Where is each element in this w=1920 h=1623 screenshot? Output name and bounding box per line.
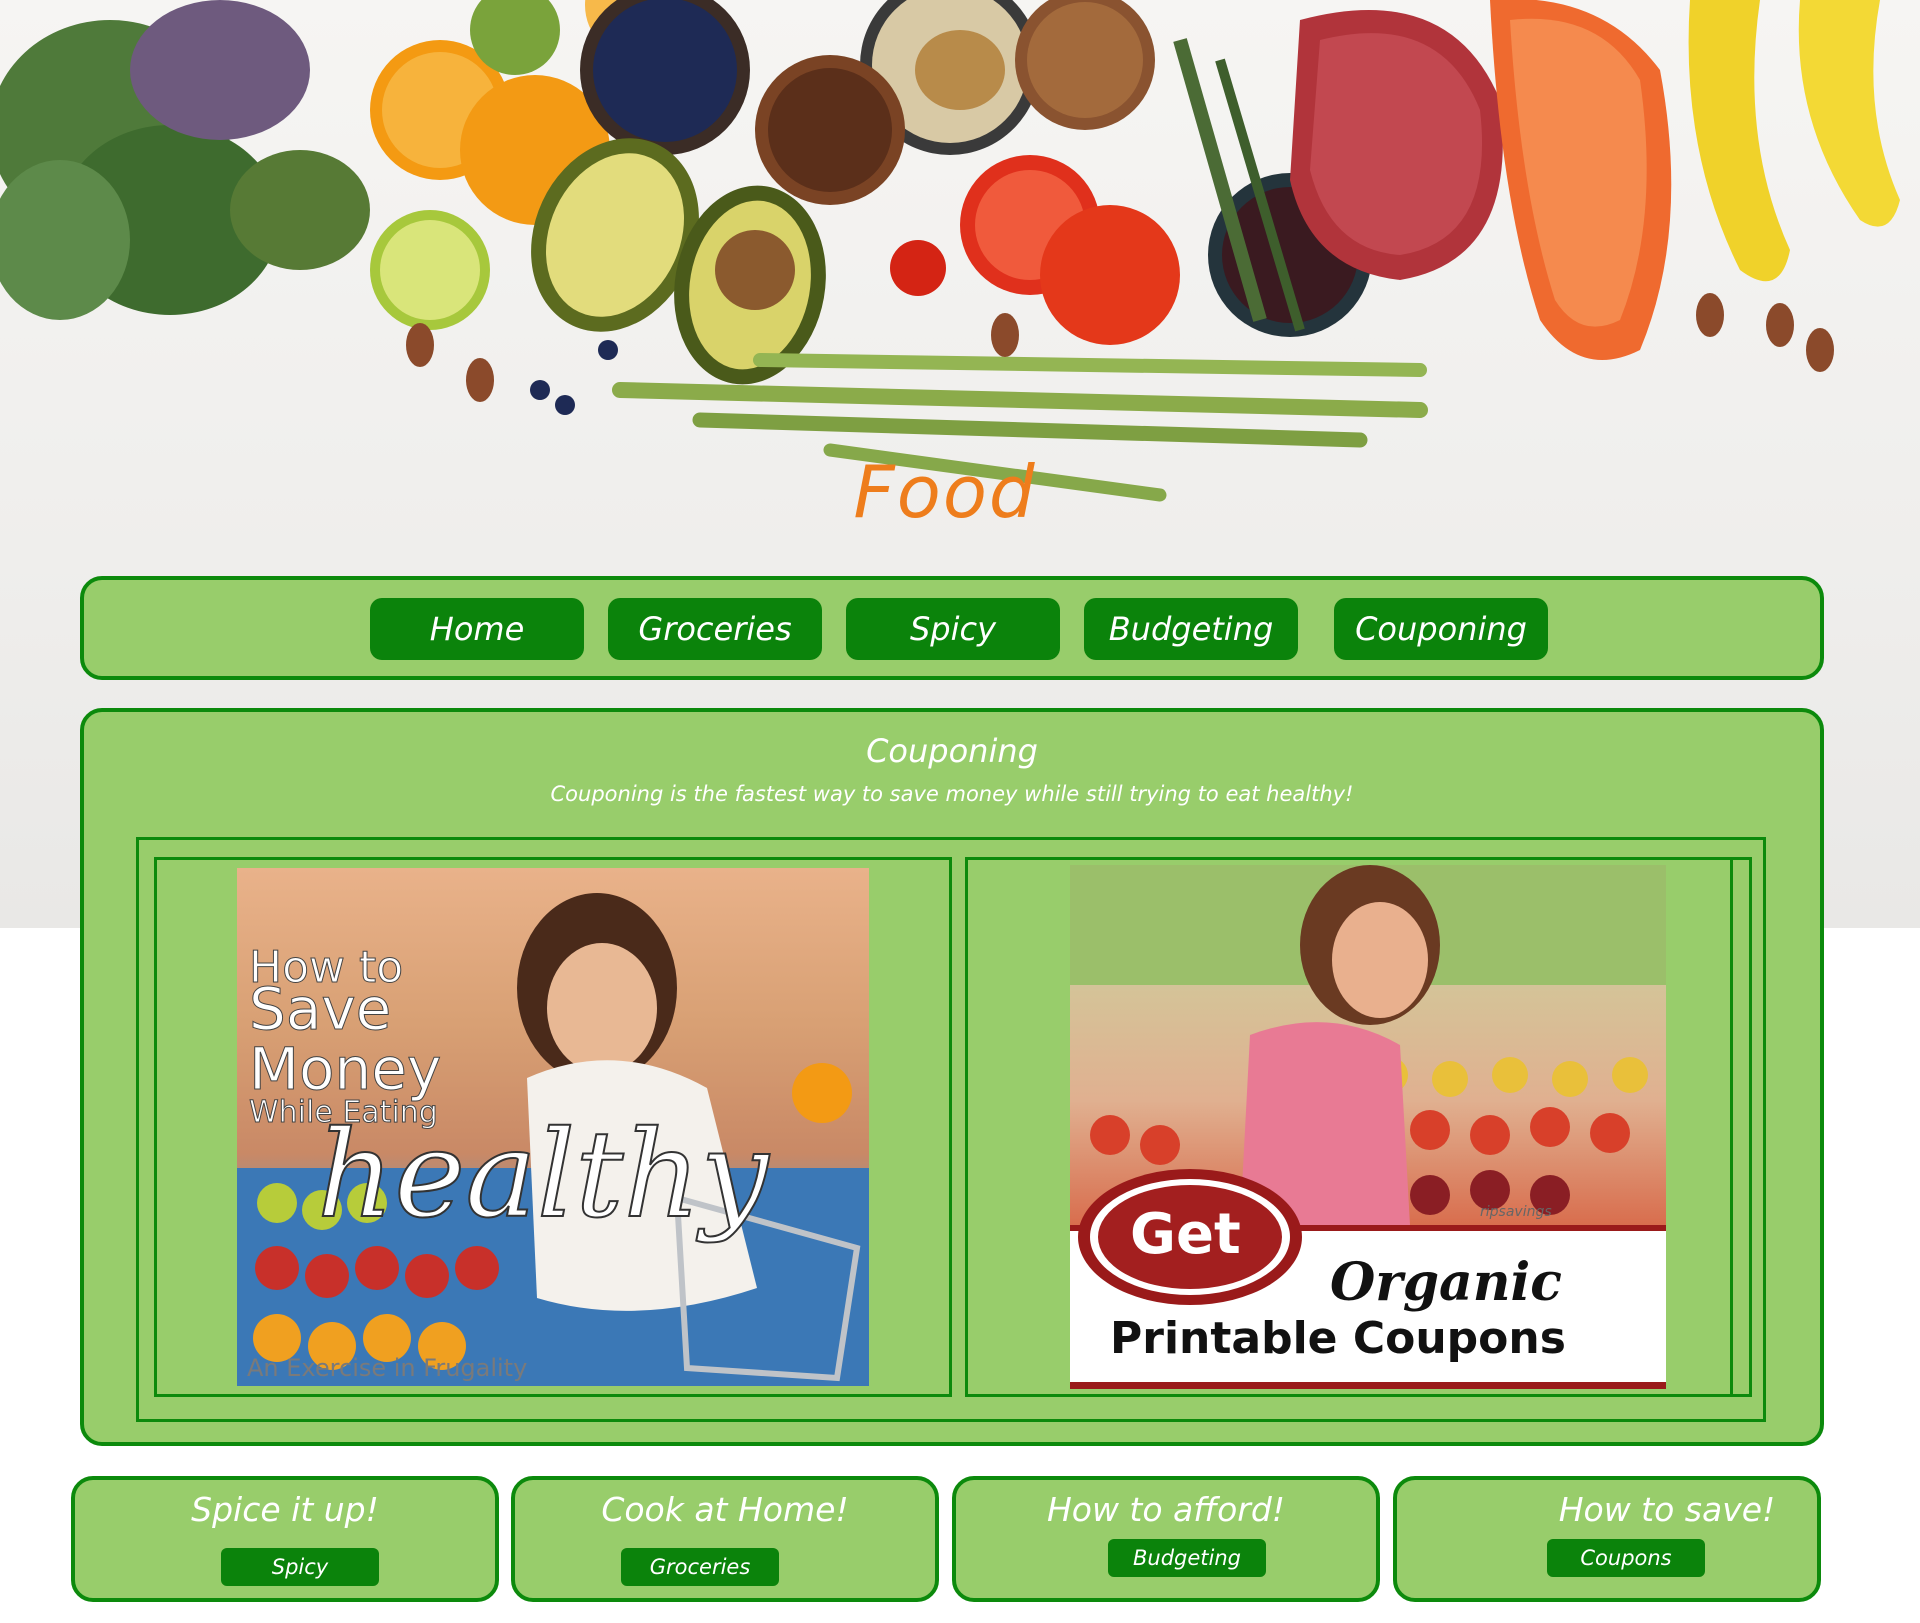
footer-box-cook: Cook at Home! Groceries [511,1476,939,1602]
footer-box-afford: How to afford! Budgeting [952,1476,1380,1602]
image-watermark: ripsavings [1480,1204,1552,1220]
section-heading: Couponing [866,732,1038,770]
nav-spicy-button[interactable]: Spicy [846,598,1060,660]
footer-title-spice: Spice it up! [191,1490,379,1529]
footer-title-save: How to save! [1558,1490,1776,1529]
footer-coupons-button[interactable]: Coupons [1547,1539,1705,1577]
nav-groceries-button[interactable]: Groceries [608,598,822,660]
save-money-healthy-image[interactable]: How to Save Money While Eating healthy A… [237,868,869,1386]
image-card-left: How to Save Money While Eating healthy A… [154,857,952,1397]
nav-home-button[interactable]: Home [370,598,584,660]
footer-budgeting-button[interactable]: Budgeting [1108,1539,1266,1577]
badge-get-text: Get [1130,1202,1241,1267]
couponing-section: Couponing Couponing is the fastest way t… [80,708,1824,1446]
footer-spicy-button[interactable]: Spicy [221,1548,379,1586]
organic-coupons-image[interactable]: Get Organic Printable Coupons ripsavings [1070,865,1666,1389]
image-text-printable-coupons: Printable Coupons [1110,1313,1566,1364]
main-navigation: Home Groceries Spicy Budgeting Couponing [80,576,1824,680]
footer-groceries-button[interactable]: Groceries [621,1548,779,1586]
image-card-right: Get Organic Printable Coupons ripsavings [965,857,1752,1397]
nav-couponing-button[interactable]: Couponing [1334,598,1548,660]
footer-box-spice: Spice it up! Spicy [71,1476,499,1602]
image-text-healthy: healthy [316,1106,770,1245]
section-description: Couponing is the fastest way to save mon… [550,782,1354,806]
site-title: Food [853,450,1037,534]
image-text-money: Money [248,1035,442,1103]
image-text-organic: Organic [1330,1252,1562,1313]
image-gallery-frame: How to Save Money While Eating healthy A… [136,837,1766,1422]
footer-box-save: How to save! Coupons [1393,1476,1821,1602]
nav-budgeting-button[interactable]: Budgeting [1084,598,1298,660]
image-text-save: Save [248,975,392,1043]
footer-title-cook: Cook at Home! [601,1490,849,1529]
image-text-frugality: An Exercise in Frugality [247,1354,528,1382]
footer-title-afford: How to afford! [1046,1490,1286,1529]
